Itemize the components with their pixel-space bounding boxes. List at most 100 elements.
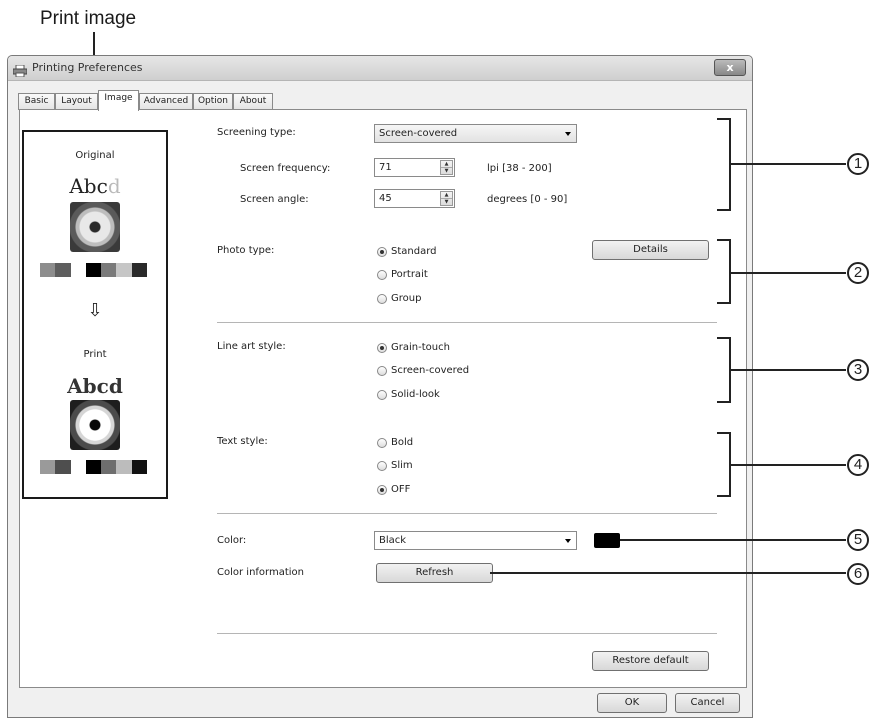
swatch	[131, 460, 147, 474]
screen-angle-stepper[interactable]: 45 ▲ ▼	[374, 189, 455, 208]
photo-type-label: Photo type:	[217, 245, 275, 256]
callout-number-5: 5	[847, 529, 869, 551]
divider	[217, 322, 717, 323]
photo-standard-label[interactable]: Standard	[391, 246, 437, 257]
color-select[interactable]: Black	[374, 531, 577, 550]
screen-frequency-range: lpi [38 - 200]	[487, 163, 552, 174]
photo-group-radio[interactable]	[377, 294, 387, 304]
lineart-screen-covered-label[interactable]: Screen-covered	[391, 365, 469, 376]
screening-type-value: Screen-covered	[379, 128, 458, 139]
swatch	[101, 263, 117, 277]
cancel-button[interactable]: Cancel	[675, 693, 740, 713]
lineart-solid-look-radio[interactable]	[377, 390, 387, 400]
callout-print-image: Print image	[40, 8, 137, 29]
lineart-solid-look-label[interactable]: Solid-look	[391, 389, 440, 400]
spin-down-icon[interactable]: ▼	[441, 199, 452, 206]
swatch	[70, 460, 86, 474]
printer-icon	[12, 62, 28, 78]
divider	[217, 633, 717, 634]
original-text-dark: Abc	[69, 174, 108, 198]
divider	[217, 513, 717, 514]
original-gray-swatches	[40, 263, 147, 277]
photo-group-label[interactable]: Group	[391, 293, 421, 304]
tab-about[interactable]: About	[233, 93, 273, 110]
tab-advanced[interactable]: Advanced	[139, 93, 193, 110]
callout-bracket-2	[717, 239, 731, 304]
callout-line-5	[620, 539, 846, 541]
text-bold-radio[interactable]	[377, 438, 387, 448]
swatch	[116, 263, 132, 277]
swatch	[55, 263, 71, 277]
callout-number-6: 6	[847, 563, 869, 585]
print-label: Print	[83, 349, 107, 360]
screen-angle-range: degrees [0 - 90]	[487, 194, 568, 205]
spin-buttons[interactable]: ▲ ▼	[440, 160, 453, 175]
line-art-style-label: Line art style:	[217, 341, 286, 352]
screen-angle-value: 45	[379, 193, 392, 204]
title-bar: Printing Preferences x	[8, 56, 752, 81]
photo-portrait-radio[interactable]	[377, 270, 387, 280]
callout-number-3: 3	[847, 359, 869, 381]
tab-image[interactable]: Image	[98, 90, 139, 111]
callout-bracket-3	[717, 337, 731, 403]
screen-frequency-stepper[interactable]: 71 ▲ ▼	[374, 158, 455, 177]
original-text-faded: d	[107, 174, 121, 198]
text-style-label: Text style:	[217, 436, 268, 447]
photo-portrait-label[interactable]: Portrait	[391, 269, 428, 280]
photo-standard-radio[interactable]	[377, 247, 387, 257]
text-slim-label[interactable]: Slim	[391, 460, 413, 471]
color-information-label: Color information	[217, 567, 305, 578]
down-arrow-icon: ⇩	[87, 300, 103, 321]
callout-line-6	[490, 572, 846, 574]
callout-number-1: 1	[847, 153, 869, 175]
spin-buttons[interactable]: ▲ ▼	[440, 191, 453, 206]
callout-number-2: 2	[847, 262, 869, 284]
lineart-screen-covered-radio[interactable]	[377, 366, 387, 376]
screen-frequency-label: Screen frequency:	[240, 163, 331, 174]
screen-angle-label: Screen angle:	[240, 194, 309, 205]
details-button[interactable]: Details	[592, 240, 709, 260]
tab-layout[interactable]: Layout	[55, 93, 98, 110]
swatch	[40, 263, 56, 277]
lineart-grain-touch-radio[interactable]	[377, 343, 387, 353]
swatch	[116, 460, 132, 474]
lineart-grain-touch-label[interactable]: Grain-touch	[391, 342, 450, 353]
callout-line-3	[731, 369, 846, 371]
original-sample-text: Abcd	[24, 174, 166, 198]
text-bold-label[interactable]: Bold	[391, 437, 413, 448]
text-off-radio[interactable]	[377, 485, 387, 495]
tab-option[interactable]: Option	[193, 93, 233, 110]
refresh-button[interactable]: Refresh	[376, 563, 493, 583]
screening-type-select[interactable]: Screen-covered	[374, 124, 577, 143]
swatch	[55, 460, 71, 474]
callout-line-1	[731, 163, 846, 165]
swatch	[40, 460, 56, 474]
swatch	[101, 460, 117, 474]
color-value: Black	[379, 535, 407, 546]
spin-down-icon[interactable]: ▼	[441, 168, 452, 175]
callout-number-4: 4	[847, 454, 869, 476]
spin-up-icon[interactable]: ▲	[441, 192, 452, 199]
swatch	[131, 263, 147, 277]
callout-line-2	[731, 272, 846, 274]
window-title: Printing Preferences	[32, 61, 143, 74]
chevron-down-icon	[565, 132, 571, 136]
screening-type-label: Screening type:	[217, 127, 296, 138]
chevron-down-icon	[565, 539, 571, 543]
original-photo-image	[70, 202, 120, 252]
callout-bracket-1	[717, 118, 731, 211]
color-swatch	[594, 533, 620, 548]
text-slim-radio[interactable]	[377, 461, 387, 471]
screen-frequency-value: 71	[379, 162, 392, 173]
spin-up-icon[interactable]: ▲	[441, 161, 452, 168]
swatch	[70, 263, 86, 277]
ok-button[interactable]: OK	[597, 693, 667, 713]
swatch	[85, 263, 102, 277]
swatch	[85, 460, 102, 474]
text-off-label[interactable]: OFF	[391, 484, 410, 495]
restore-default-button[interactable]: Restore default	[592, 651, 709, 671]
close-button[interactable]: x	[714, 59, 746, 76]
tab-basic[interactable]: Basic	[18, 93, 55, 110]
print-image-preview: Original Abcd ⇩ Print Abcd	[22, 130, 168, 499]
callout-bracket-4	[717, 432, 731, 497]
